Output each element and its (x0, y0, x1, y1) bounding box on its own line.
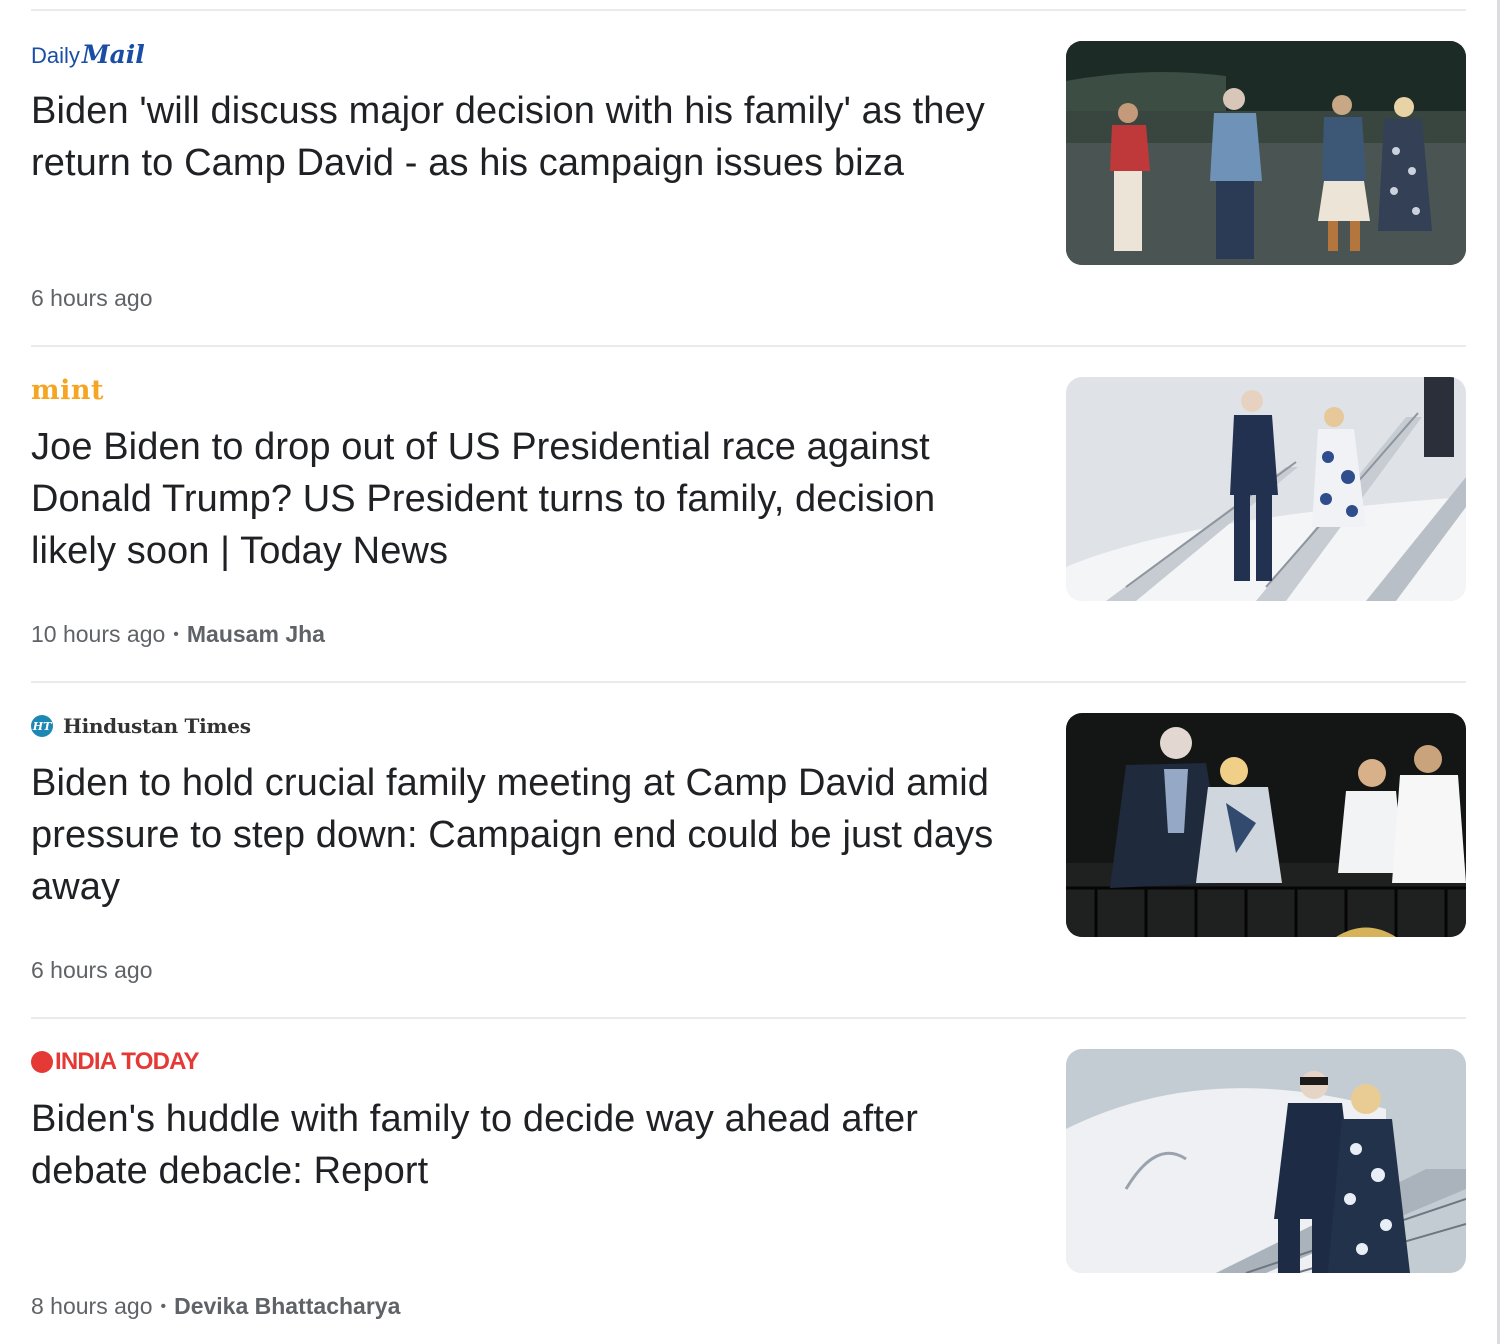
article-time: 8 hours ago (31, 1293, 153, 1319)
article-thumbnail[interactable] (1066, 713, 1466, 937)
article-author: Devika Bhattacharya (174, 1293, 401, 1319)
article-thumbnail[interactable] (1066, 41, 1466, 265)
hindustan-times-logo: HT Hindustan Times (31, 714, 251, 738)
meta-separator: • (173, 625, 179, 643)
article-thumbnail[interactable] (1066, 377, 1466, 601)
india-today-logo: INDIA TODAY (31, 1048, 199, 1076)
news-article[interactable]: INDIA TODAY Biden's huddle with family t… (31, 1019, 1466, 1344)
daily-mail-logo-mail: Mail (81, 39, 145, 69)
thumbnail-balcony-family (1066, 713, 1466, 937)
thumbnail-airplane-stairs (1066, 377, 1466, 601)
news-article[interactable]: Daily Mail Biden 'will discuss major dec… (31, 11, 1466, 345)
source-logo-mint: mint (31, 374, 104, 406)
ht-badge-icon: HT (31, 715, 53, 737)
india-today-badge-icon (31, 1051, 53, 1073)
article-headline[interactable]: Joe Biden to drop out of US Presidential… (31, 421, 1011, 577)
article-thumbnail[interactable] (1066, 1049, 1466, 1273)
india-today-wordmark: INDIA TODAY (55, 1048, 199, 1075)
news-article[interactable]: mint Joe Biden to drop out of US Preside… (31, 347, 1466, 681)
source-logo-daily-mail: Daily Mail (31, 39, 145, 69)
article-meta: 10 hours ago • Mausam Jha (31, 621, 325, 648)
thumbnail-couple-descending (1066, 1049, 1466, 1273)
daily-mail-logo: Daily Mail (31, 40, 145, 69)
source-logo-india-today: INDIA TODAY (31, 1047, 199, 1077)
source-logo-hindustan-times: HT Hindustan Times (31, 711, 251, 741)
article-time: 10 hours ago (31, 621, 166, 647)
mint-logo: mint (31, 374, 104, 406)
daily-mail-logo-daily: Daily (31, 42, 80, 68)
news-article[interactable]: HT Hindustan Times Biden to hold crucial… (31, 683, 1466, 1017)
article-author: Mausam Jha (186, 621, 325, 647)
article-time: 6 hours ago (31, 957, 153, 983)
thumbnail-night-tarmac (1066, 41, 1466, 265)
news-feed: Daily Mail Biden 'will discuss major dec… (31, 9, 1466, 1344)
article-time: 6 hours ago (31, 285, 153, 311)
article-headline[interactable]: Biden 'will discuss major decision with … (31, 85, 1011, 189)
article-meta: 8 hours ago • Devika Bhattacharya (31, 1293, 400, 1320)
article-meta: 6 hours ago (31, 957, 152, 984)
article-headline[interactable]: Biden to hold crucial family meeting at … (31, 757, 1011, 913)
meta-separator: • (160, 1297, 167, 1315)
hindustan-times-wordmark: Hindustan Times (63, 714, 251, 738)
article-meta: 6 hours ago (31, 285, 152, 312)
article-headline[interactable]: Biden's huddle with family to decide way… (31, 1093, 1011, 1197)
